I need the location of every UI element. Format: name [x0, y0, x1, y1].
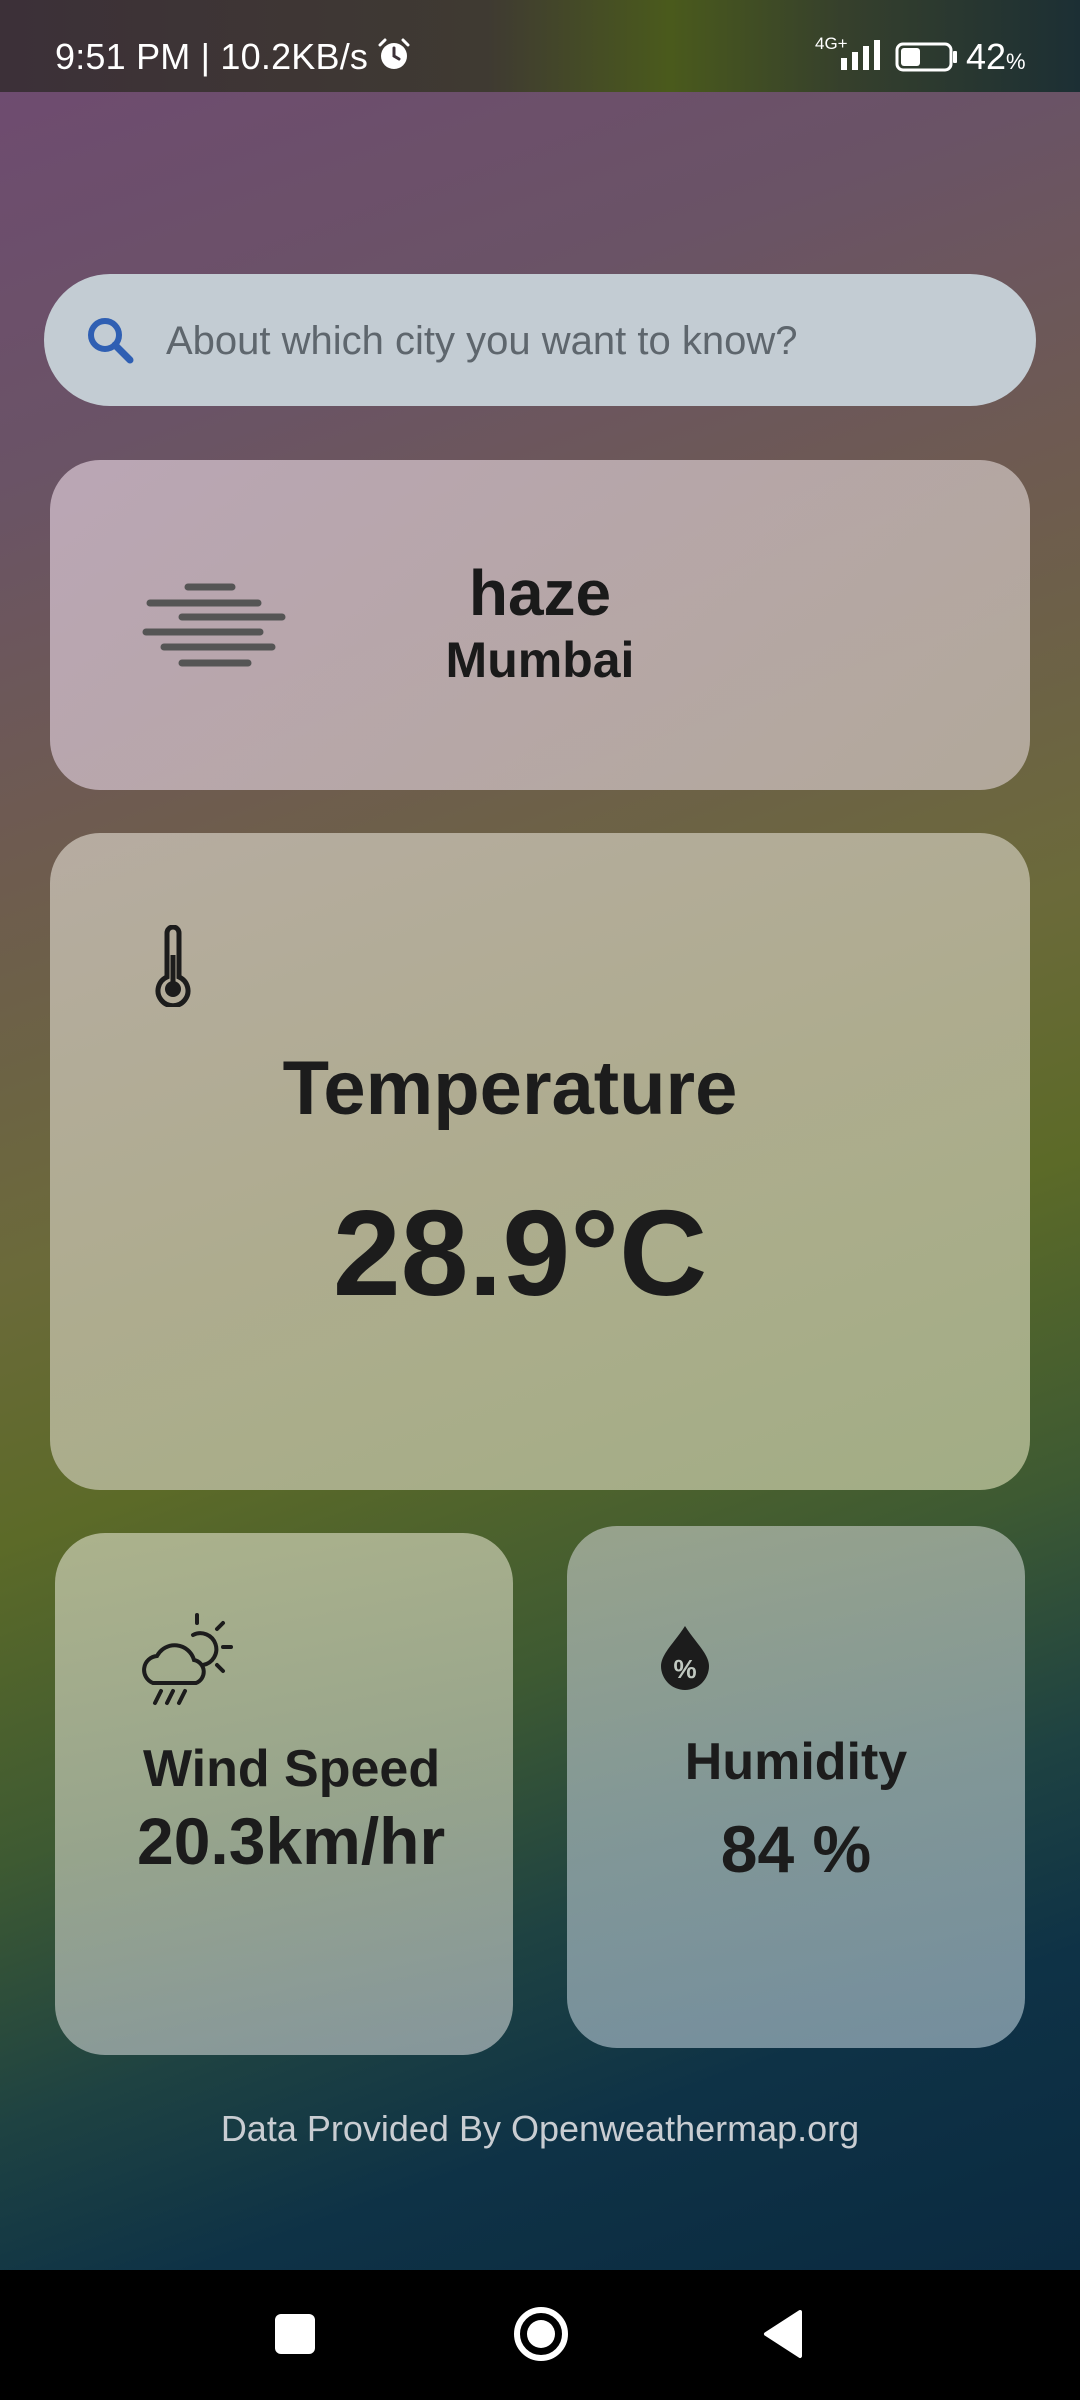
condition-text-block: haze Mumbai: [390, 556, 690, 690]
cloud-sun-rain-icon: [142, 1613, 233, 1705]
svg-text:%: %: [673, 1654, 696, 1684]
recent-apps-button[interactable]: [275, 2314, 315, 2354]
wind-speed-value: 20.3km/hr: [137, 1804, 446, 1878]
status-time-speed: 9:51 PM | 10.2KB/s: [55, 36, 369, 77]
humidity-card: % Humidity 84 %: [567, 1526, 1025, 2048]
app-screen: 9:51 PM | 10.2KB/s 4G+ 42% About which c…: [0, 0, 1080, 2270]
navigation-bar: [0, 2270, 1080, 2400]
temperature-title: Temperature: [282, 1046, 738, 1131]
humidity-drop-icon: %: [661, 1626, 709, 1690]
battery-percent: 42%: [966, 36, 1026, 77]
condition-label: haze: [468, 557, 612, 629]
city-search-input[interactable]: [164, 304, 1008, 378]
signal-bars-icon: [841, 40, 880, 70]
search-icon[interactable]: [84, 314, 136, 366]
weather-condition-card: haze Mumbai: [50, 460, 1030, 790]
thermometer-icon: [155, 925, 191, 1007]
temperature-card: Temperature 28.9°C: [50, 833, 1030, 1490]
wind-speed-title: Wind Speed: [143, 1740, 441, 1798]
data-provider-credit: Data Provided By Openweathermap.org: [220, 2108, 860, 2149]
alarm-icon: [378, 38, 410, 69]
battery-icon: [895, 42, 957, 72]
signal-strength: 4G+: [815, 34, 885, 72]
wind-speed-card: Wind Speed 20.3km/hr: [55, 1533, 513, 2055]
battery-percent-symbol: %: [1006, 49, 1026, 74]
temperature-value: 28.9°C: [332, 1185, 708, 1321]
haze-icon: [142, 583, 286, 667]
humidity-value: 84 %: [720, 1812, 872, 1886]
back-button[interactable]: [760, 2308, 804, 2360]
city-search-bar[interactable]: [44, 274, 1036, 406]
home-button[interactable]: [513, 2306, 569, 2362]
humidity-title: Humidity: [684, 1733, 908, 1791]
status-bar: 9:51 PM | 10.2KB/s 4G+ 42%: [0, 0, 1080, 92]
city-name: Mumbai: [445, 632, 635, 688]
